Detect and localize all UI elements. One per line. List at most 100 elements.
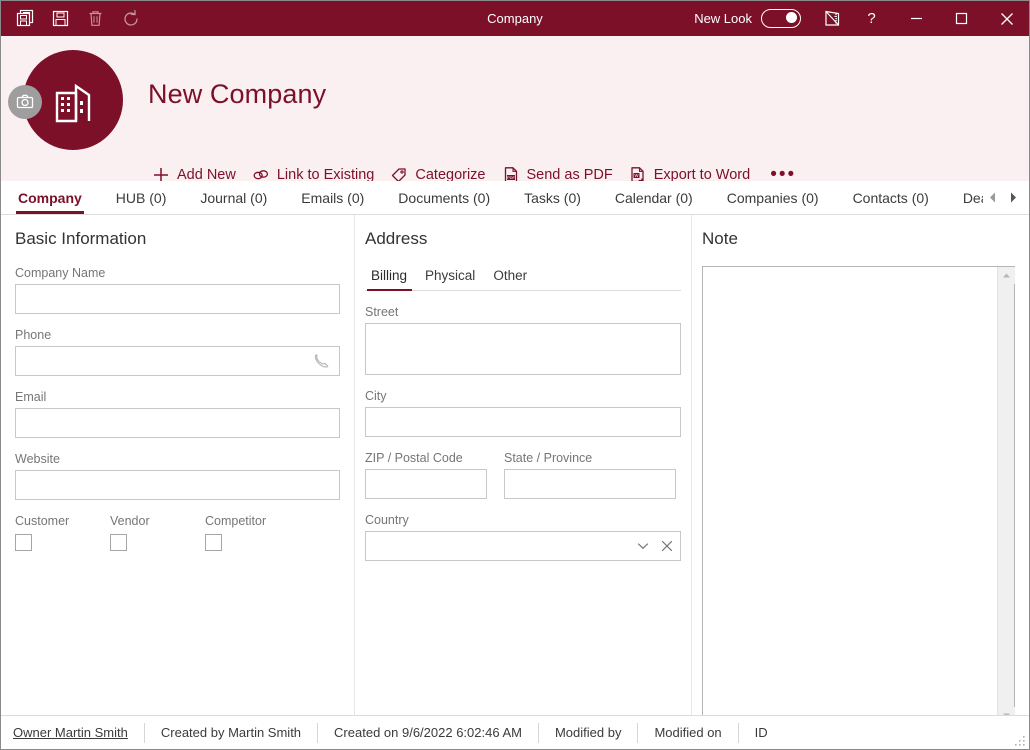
tab-label: Contacts (0) [852,189,929,206]
phone-input[interactable] [16,347,339,375]
zip-state-row: ZIP / Postal Code State / Province [365,451,681,513]
tab-deals[interactable]: Deals (0) [946,181,983,214]
tab-tasks[interactable]: Tasks (0) [507,181,598,214]
title-bar-actions [1,4,147,34]
customer-checkbox[interactable] [15,534,32,551]
tab-label: Documents (0) [398,189,491,206]
company-name-input[interactable] [16,285,339,313]
address-tab-label: Billing [371,268,408,283]
scroll-up-arrow-icon[interactable] [997,267,1015,284]
tab-emails[interactable]: Emails (0) [284,181,381,214]
customer-checkbox-field: Customer [15,514,110,551]
vendor-label: Vendor [110,514,150,528]
owner-link[interactable]: Owner Martin Smith [13,725,128,740]
status-id: ID [754,725,768,740]
maximize-button[interactable] [939,1,984,36]
tab-contacts[interactable]: Contacts (0) [836,181,946,214]
country-field: Country [365,513,681,561]
state-field: State / Province [504,451,676,499]
vendor-checkbox-field: Vendor [110,514,205,551]
scroll-down-arrow-icon[interactable] [997,707,1015,715]
street-input[interactable] [366,324,680,374]
address-tab-list: Billing Physical Other [365,266,681,291]
avatar [8,50,123,150]
status-created-by: Created by Martin Smith [160,725,302,740]
note-input-wrap [702,266,1015,715]
resize-grip-icon[interactable] [1013,734,1026,747]
street-input-wrap [365,323,681,375]
type-checkbox-row: Customer Vendor Competitor [15,514,340,551]
street-field: Street [365,305,681,375]
status-modified-by: Modified by [554,725,622,740]
email-input[interactable] [16,409,339,437]
competitor-checkbox[interactable] [205,534,222,551]
close-button[interactable] [984,1,1029,36]
delete-icon[interactable] [79,4,112,34]
minimize-button[interactable] [894,1,939,36]
tab-journal[interactable]: Journal (0) [183,181,284,214]
phone-icon[interactable] [314,353,331,370]
note-scrollbar[interactable] [997,267,1015,715]
svg-text:PDF: PDF [507,175,516,180]
phone-field: Phone [15,328,340,376]
company-name-input-wrap [15,284,340,314]
save-and-new-icon[interactable] [9,4,42,34]
tab-label: Deals (0) [962,189,983,206]
help-button[interactable]: ? [849,1,894,36]
note-input[interactable] [703,267,997,715]
website-input[interactable] [16,471,339,499]
state-input[interactable] [505,470,675,498]
tab-label: Journal (0) [200,189,268,206]
help-label: ? [867,10,876,27]
tab-hub[interactable]: HUB (0) [99,181,184,214]
zip-label: ZIP / Postal Code [365,451,463,465]
city-field: City [365,389,681,437]
country-input-wrap [365,531,681,561]
country-input[interactable] [366,532,680,560]
new-look-label: New Look [694,11,752,26]
tab-calendar[interactable]: Calendar (0) [598,181,710,214]
status-bar: Owner Martin Smith Created by Martin Smi… [1,715,1029,749]
vendor-checkbox[interactable] [110,534,127,551]
zip-input-wrap [365,469,487,499]
tab-label: Tasks (0) [524,189,581,206]
close-x-icon[interactable] [660,539,674,553]
zip-field: ZIP / Postal Code [365,451,487,499]
address-tab-label: Other [493,268,528,283]
country-label: Country [365,513,409,527]
title-bar-right: New Look ? [694,1,1029,36]
zip-input[interactable] [366,470,486,498]
tab-companies[interactable]: Companies (0) [710,181,836,214]
address-tab-physical[interactable]: Physical [416,266,484,290]
company-window: Company New Look ? New Company Add New L… [0,0,1030,750]
refresh-icon[interactable] [114,4,147,34]
address-panel: Address Billing Physical Other Street Ci… [354,215,691,715]
phone-input-wrap [15,346,340,376]
record-tab-bar: Company HUB (0) Journal (0) Emails (0) D… [1,181,1029,215]
city-input[interactable] [366,408,680,436]
camera-icon[interactable] [8,85,42,119]
website-field: Website [15,452,340,500]
address-tab-other[interactable]: Other [484,266,536,290]
more-commands-button[interactable]: ••• [760,165,806,184]
chevron-down-icon[interactable] [636,539,650,553]
city-input-wrap [365,407,681,437]
save-icon[interactable] [44,4,77,34]
tab-label: Companies (0) [726,189,819,206]
phone-label: Phone [15,328,52,342]
company-name-field: Company Name [15,266,340,314]
chevron-right-icon[interactable] [1004,187,1023,209]
customer-label: Customer [15,514,70,528]
tab-documents[interactable]: Documents (0) [381,181,507,214]
country-actions [636,532,674,560]
new-look-toggle[interactable] [761,9,801,28]
chevron-left-icon[interactable] [983,187,1002,209]
status-created-on: Created on 9/6/2022 6:02:46 AM [334,725,522,740]
address-tab-billing[interactable]: Billing [365,266,416,291]
note-title: Note [702,229,738,248]
tab-company[interactable]: Company [1,181,99,214]
toggle-knob [786,12,797,23]
status-owner: Owner Martin Smith [13,725,144,740]
status-modified-on: Modified on [654,725,722,740]
design-ruler-icon[interactable] [815,2,849,36]
